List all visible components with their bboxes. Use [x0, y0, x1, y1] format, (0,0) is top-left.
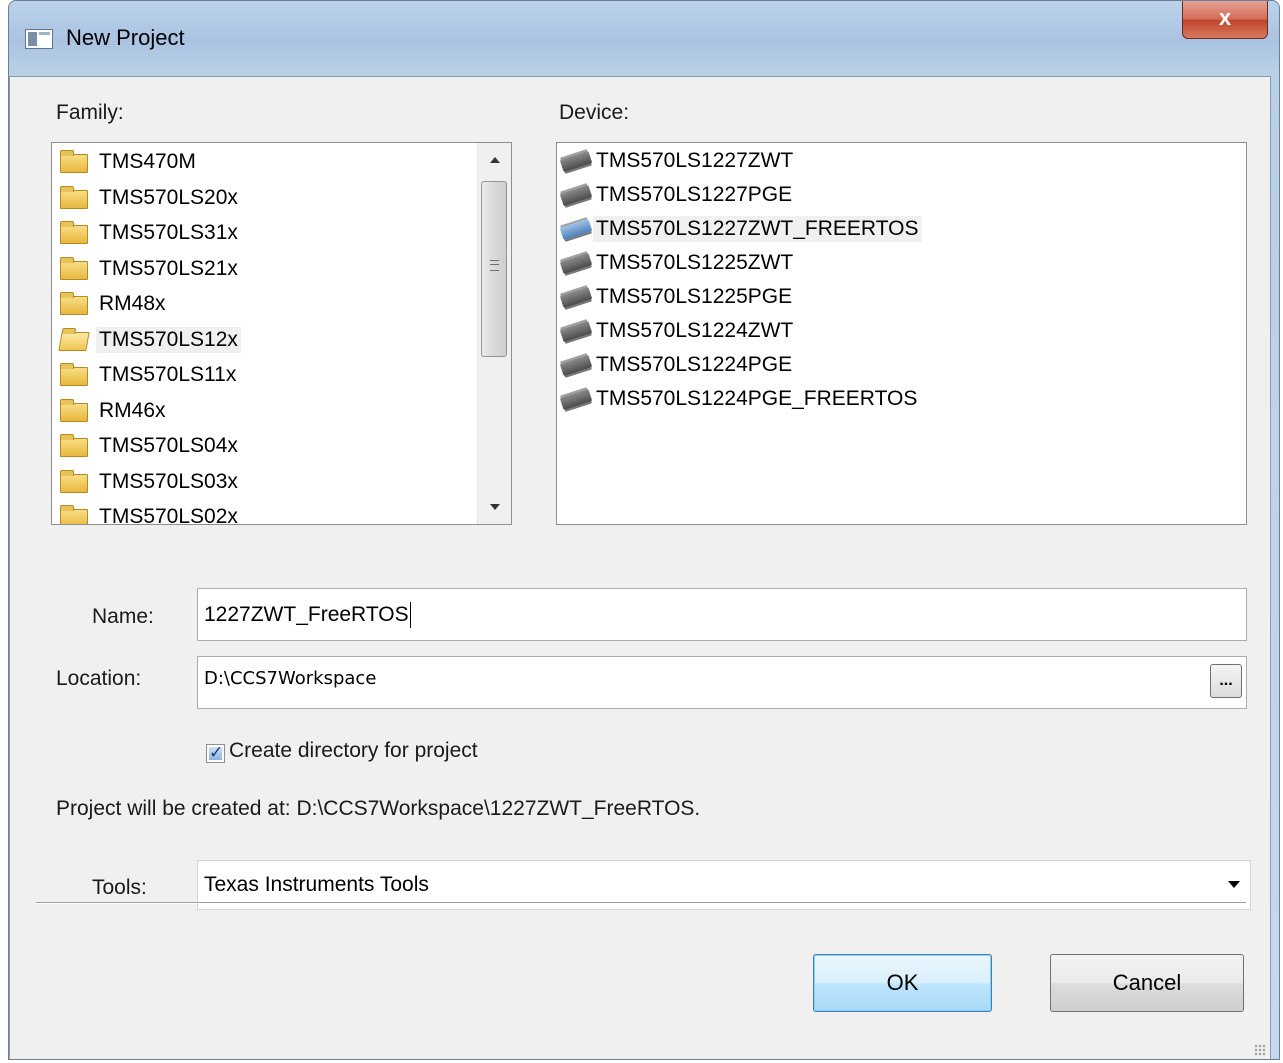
chip-icon: [559, 286, 593, 309]
family-list[interactable]: TMS470M TMS570LS20x TMS570LS31x TMS570LS21x…: [51, 142, 512, 525]
folder-icon: [60, 256, 88, 280]
folder-icon: [60, 469, 88, 493]
device-list-item[interactable]: TMS570LS1224PGE_FREERTOS: [557, 382, 1237, 416]
dialog-body: Family: Device: TMS470M TMS570LS20x TMS570…: [9, 76, 1271, 1059]
family-item-label: RM46x: [99, 398, 166, 422]
device-item-label: TMS570LS1224ZWT: [596, 319, 794, 342]
family-list-item[interactable]: TMS570LS11x: [52, 358, 472, 392]
folder-icon: [60, 221, 88, 244]
family-list-item[interactable]: TMS570LS31x: [52, 216, 472, 250]
location-label: Location:: [56, 667, 142, 690]
device-item-label: TMS570LS1227ZWT: [596, 149, 794, 172]
tools-label: Tools:: [92, 876, 147, 899]
device-list-item[interactable]: TMS570LS1227PGE: [557, 178, 1237, 212]
close-button[interactable]: x: [1182, 1, 1268, 39]
chip-icon: [559, 184, 593, 207]
family-item-label: TMS570LS20x: [99, 185, 238, 209]
device-list-item[interactable]: TMS570LS1225ZWT: [557, 246, 1237, 280]
family-list-item[interactable]: TMS570LS21x: [52, 252, 472, 286]
app-window-icon: [25, 29, 53, 49]
divider: [36, 902, 1246, 904]
ok-button[interactable]: OK: [813, 954, 992, 1012]
new-project-dialog: New Project x Family: Device: TMS470M TMS…: [8, 0, 1280, 1060]
family-item-label: TMS570LS11x: [99, 363, 237, 386]
family-list-scrollbar[interactable]: [477, 143, 511, 524]
family-list-item[interactable]: TMS570LS12x: [52, 323, 472, 357]
family-item-label: TMS570LS03x: [99, 469, 238, 493]
device-item-label: TMS570LS1227ZWT_FREERTOS: [593, 216, 922, 242]
name-input-value: 1227ZWT_FreeRTOS: [204, 603, 409, 626]
name-label: Name:: [92, 605, 154, 628]
device-list-item[interactable]: TMS570LS1224PGE: [557, 348, 1237, 382]
scroll-up-arrow-icon[interactable]: [490, 157, 500, 163]
scroll-down-arrow-icon[interactable]: [490, 504, 500, 510]
chip-icon: [559, 150, 593, 173]
device-item-label: TMS570LS1224PGE: [596, 353, 793, 376]
chip-icon: [559, 218, 593, 241]
tools-select-value: Texas Instruments Tools: [204, 873, 429, 896]
device-list-item[interactable]: TMS570LS1227ZWT: [557, 144, 1237, 178]
window-title: New Project: [66, 25, 185, 50]
cancel-button[interactable]: Cancel: [1050, 954, 1244, 1012]
family-list-item[interactable]: TMS470M: [52, 145, 472, 179]
create-directory-label[interactable]: Create directory for project: [229, 739, 478, 763]
device-list-item[interactable]: TMS570LS1227ZWT_FREERTOS: [557, 212, 1237, 246]
device-label: Device:: [559, 101, 630, 124]
family-list-item[interactable]: TMS570LS02x: [52, 500, 472, 525]
project-location-summary: Project will be created at: D:\CCS7Works…: [56, 797, 701, 820]
folder-icon: [60, 150, 88, 173]
family-label: Family:: [56, 101, 124, 124]
location-input[interactable]: D:\CCS7Workspace: [197, 656, 1247, 709]
family-list-item[interactable]: TMS570LS03x: [52, 465, 472, 499]
folder-icon: [60, 292, 88, 315]
family-list-item[interactable]: RM48x: [52, 287, 472, 321]
family-item-label: TMS570LS04x: [99, 434, 238, 457]
resize-grip-icon[interactable]: [1254, 1044, 1266, 1056]
chevron-down-icon[interactable]: [1228, 881, 1240, 888]
device-list-item[interactable]: TMS570LS1225PGE: [557, 280, 1237, 314]
text-caret: [409, 602, 411, 629]
chip-icon: [559, 320, 593, 343]
device-item-label: TMS570LS1225PGE: [596, 285, 793, 308]
name-input[interactable]: 1227ZWT_FreeRTOS: [197, 588, 1247, 641]
family-list-item[interactable]: RM46x: [52, 394, 472, 428]
scrollbar-thumb[interactable]: [481, 181, 507, 357]
folder-icon: [60, 363, 88, 386]
family-item-label: TMS570LS31x: [99, 221, 238, 244]
family-item-label: TMS570LS21x: [99, 256, 238, 280]
family-item-label: TMS470M: [99, 150, 196, 173]
device-list-item[interactable]: TMS570LS1224ZWT: [557, 314, 1237, 348]
folder-icon: [60, 185, 88, 209]
device-item-label: TMS570LS1224PGE_FREERTOS: [596, 387, 918, 410]
checkmark-icon: ✓: [209, 743, 224, 762]
family-list-item[interactable]: TMS570LS04x: [52, 429, 472, 463]
chip-icon: [559, 388, 593, 411]
chip-icon: [559, 354, 593, 377]
family-item-label: TMS570LS02x: [99, 505, 238, 525]
device-item-label: TMS570LS1225ZWT: [596, 251, 794, 274]
chip-icon: [559, 252, 593, 275]
family-item-label: TMS570LS12x: [96, 326, 241, 353]
folder-icon: [60, 434, 88, 457]
title-bar[interactable]: New Project x: [9, 1, 1279, 76]
device-item-label: TMS570LS1227PGE: [596, 183, 793, 206]
family-item-label: RM48x: [99, 292, 166, 315]
location-input-value: D:\CCS7Workspace: [204, 668, 377, 689]
browse-location-button[interactable]: ...: [1210, 664, 1242, 698]
folder-icon: [60, 398, 88, 422]
folder-icon: [58, 331, 90, 351]
folder-icon: [60, 505, 88, 524]
device-list[interactable]: TMS570LS1227ZWT TMS570LS1227PGE TMS570LS12…: [556, 142, 1247, 525]
family-list-item[interactable]: TMS570LS20x: [52, 181, 472, 215]
